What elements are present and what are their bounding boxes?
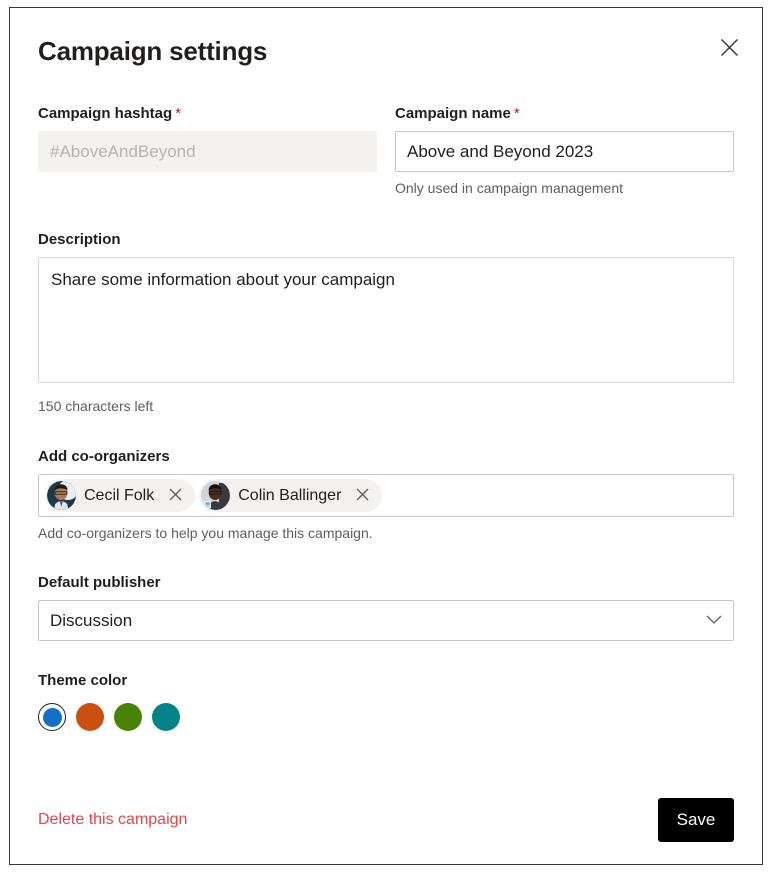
description-character-counter: 150 characters left — [38, 397, 734, 415]
swatch-dot — [152, 703, 180, 731]
close-icon — [169, 488, 182, 504]
remove-person-button[interactable] — [163, 484, 187, 508]
publisher-label: Default publisher — [38, 573, 734, 593]
hashtag-input — [38, 131, 377, 172]
theme-color-swatches — [38, 703, 734, 731]
campaign-name-label-text: Campaign name — [395, 105, 511, 122]
close-icon — [356, 488, 369, 504]
identity-row: Campaign hashtag* Campaign name* Only us… — [38, 104, 734, 198]
avatar — [47, 481, 76, 510]
person-chip[interactable]: Colin Ballinger — [199, 479, 382, 512]
person-chip[interactable]: Cecil Folk — [45, 479, 195, 512]
description-field-group: Description 150 characters left — [38, 230, 734, 415]
swatch-dot — [114, 703, 142, 731]
campaign-settings-dialog: Campaign settings Campaign hashtag* Camp… — [9, 7, 763, 865]
swatch-dot — [76, 703, 104, 731]
dialog-header: Campaign settings — [10, 8, 762, 68]
dialog-footer: Delete this campaign Save — [38, 798, 734, 842]
theme-swatch-teal[interactable] — [152, 703, 180, 731]
publisher-field-group: Default publisher Discussion — [38, 573, 734, 641]
publisher-dropdown[interactable]: Discussion — [38, 600, 734, 641]
theme-color-field-group: Theme color — [38, 671, 734, 731]
hashtag-field-group: Campaign hashtag* — [38, 104, 377, 198]
name-field-group: Campaign name* Only used in campaign man… — [395, 104, 734, 198]
theme-swatch-blue[interactable] — [38, 703, 66, 731]
swatch-dot — [43, 708, 62, 727]
theme-swatch-orange[interactable] — [76, 703, 104, 731]
delete-campaign-link[interactable]: Delete this campaign — [38, 809, 187, 831]
close-button[interactable] — [710, 28, 748, 66]
theme-color-label: Theme color — [38, 671, 734, 691]
theme-swatch-green[interactable] — [114, 703, 142, 731]
person-chip-name: Cecil Folk — [76, 479, 163, 512]
remove-person-button[interactable] — [350, 484, 374, 508]
coorganizers-label: Add co-organizers — [38, 447, 734, 467]
close-icon — [720, 38, 739, 57]
publisher-selected-value: Discussion — [50, 611, 132, 631]
page-title: Campaign settings — [38, 34, 734, 68]
hashtag-label-text: Campaign hashtag — [38, 105, 172, 122]
save-button[interactable]: Save — [658, 798, 734, 842]
avatar — [201, 481, 230, 510]
coorganizers-hint: Add co-organizers to help you manage thi… — [38, 524, 734, 543]
campaign-name-hint: Only used in campaign management — [395, 179, 734, 198]
dialog-body: Campaign hashtag* Campaign name* Only us… — [10, 104, 762, 731]
person-chip-name: Colin Ballinger — [230, 479, 350, 512]
coorganizers-people-picker[interactable]: Cecil Folk — [38, 474, 734, 517]
chevron-down-icon — [706, 612, 722, 630]
campaign-name-required-marker: * — [514, 105, 520, 122]
hashtag-label: Campaign hashtag* — [38, 104, 377, 124]
coorganizers-field-group: Add co-organizers — [38, 447, 734, 543]
campaign-name-label: Campaign name* — [395, 104, 734, 124]
campaign-name-input[interactable] — [395, 131, 734, 172]
hashtag-required-marker: * — [175, 105, 181, 122]
description-textarea[interactable] — [38, 257, 734, 383]
description-label: Description — [38, 230, 734, 250]
